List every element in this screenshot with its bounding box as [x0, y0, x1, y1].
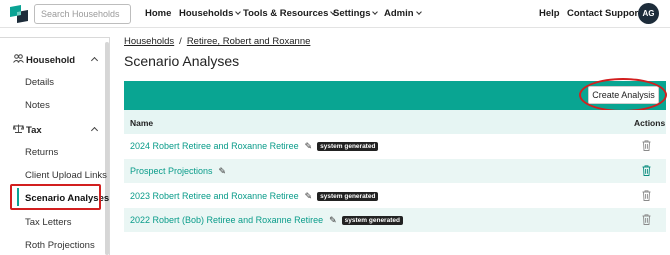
nav-settings-label: Settings	[333, 8, 371, 19]
scales-icon	[12, 124, 25, 135]
analysis-name-link[interactable]: 2022 Robert (Bob) Retiree and Roxanne Re…	[130, 215, 403, 226]
trash-icon[interactable]	[642, 140, 651, 151]
table-row: 2024 Robert Retiree and Roxanne Retiree ✎…	[124, 134, 666, 158]
breadcrumb-households-link[interactable]: Households	[124, 36, 174, 47]
trash-icon[interactable]	[642, 165, 651, 176]
table-header: Name Actions	[124, 110, 666, 134]
top-navbar: Home Households Tools & Resources Settin…	[0, 0, 670, 28]
nav-tools-label: Tools & Resources	[243, 8, 329, 19]
chevron-down-icon	[415, 9, 422, 15]
analysis-name: Prospect Projections	[130, 166, 213, 176]
company-logo[interactable]	[8, 3, 30, 25]
nav-households-label: Households	[179, 8, 234, 19]
sidebar-item-returns[interactable]: Returns	[25, 147, 58, 158]
avatar[interactable]: AG	[638, 3, 659, 24]
analysis-name-link[interactable]: Prospect Projections ✎	[130, 166, 226, 177]
pencil-icon[interactable]: ✎	[329, 215, 337, 226]
sidebar-item-roth-projections[interactable]: Roth Projections	[25, 240, 95, 251]
analysis-name-link[interactable]: 2024 Robert Retiree and Roxanne Retiree ✎…	[130, 141, 379, 152]
breadcrumb-household-link[interactable]: Retiree, Robert and Roxanne	[187, 36, 311, 47]
sidebar-item-tax-letters[interactable]: Tax Letters	[25, 217, 71, 228]
table-row: 2023 Robert Retiree and Roxanne Retiree ✎…	[124, 184, 666, 208]
analysis-name: 2023 Robert Retiree and Roxanne Retiree	[130, 191, 299, 201]
sidebar-section-tax-label: Tax	[26, 125, 42, 136]
status-badge: system generated	[317, 192, 379, 201]
chevron-down-icon	[372, 9, 379, 15]
sidebar-section-tax[interactable]: Tax	[12, 124, 42, 136]
status-badge: system generated	[341, 216, 403, 225]
page-title: Scenario Analyses	[124, 53, 240, 69]
sidebar-item-details[interactable]: Details	[25, 77, 54, 88]
breadcrumb: Households / Retiree, Robert and Roxanne	[124, 36, 310, 47]
pencil-icon[interactable]: ✎	[305, 191, 313, 202]
highlight-oval	[579, 78, 667, 112]
status-badge: system generated	[317, 142, 379, 151]
sidebar-section-household[interactable]: Household	[13, 54, 75, 66]
analysis-name: 2024 Robert Retiree and Roxanne Retiree	[130, 141, 299, 151]
breadcrumb-separator: /	[179, 36, 182, 47]
analysis-name: 2022 Robert (Bob) Retiree and Roxanne Re…	[130, 215, 324, 225]
nav-admin-label: Admin	[384, 8, 414, 19]
people-icon	[13, 54, 24, 65]
nav-tools-resources[interactable]: Tools & Resources	[243, 8, 337, 19]
nav-help[interactable]: Help	[539, 8, 560, 19]
nav-contact-support[interactable]: Contact Support	[567, 8, 641, 19]
nav-households[interactable]: Households	[179, 8, 242, 19]
trash-icon[interactable]	[642, 190, 651, 201]
nav-admin[interactable]: Admin	[384, 8, 422, 19]
table-row: 2022 Robert (Bob) Retiree and Roxanne Re…	[124, 208, 666, 232]
nav-settings[interactable]: Settings	[333, 8, 379, 19]
pencil-icon[interactable]: ✎	[305, 141, 313, 152]
sidebar-item-notes[interactable]: Notes	[25, 100, 50, 111]
column-header-name: Name	[130, 118, 154, 128]
table-row: Prospect Projections ✎	[124, 159, 666, 183]
column-header-actions: Actions	[634, 118, 666, 128]
analysis-name-link[interactable]: 2023 Robert Retiree and Roxanne Retiree ✎…	[130, 191, 379, 202]
nav-home[interactable]: Home	[145, 8, 171, 19]
chevron-down-icon	[235, 9, 242, 15]
sidebar-item-client-upload-links[interactable]: Client Upload Links	[25, 170, 107, 181]
pencil-icon[interactable]: ✎	[219, 166, 227, 177]
highlight-box	[10, 184, 101, 210]
search-input[interactable]	[34, 4, 131, 24]
sidebar-scrollbar[interactable]	[105, 42, 109, 255]
trash-icon[interactable]	[642, 214, 651, 225]
sidebar-section-household-label: Household	[26, 55, 76, 66]
